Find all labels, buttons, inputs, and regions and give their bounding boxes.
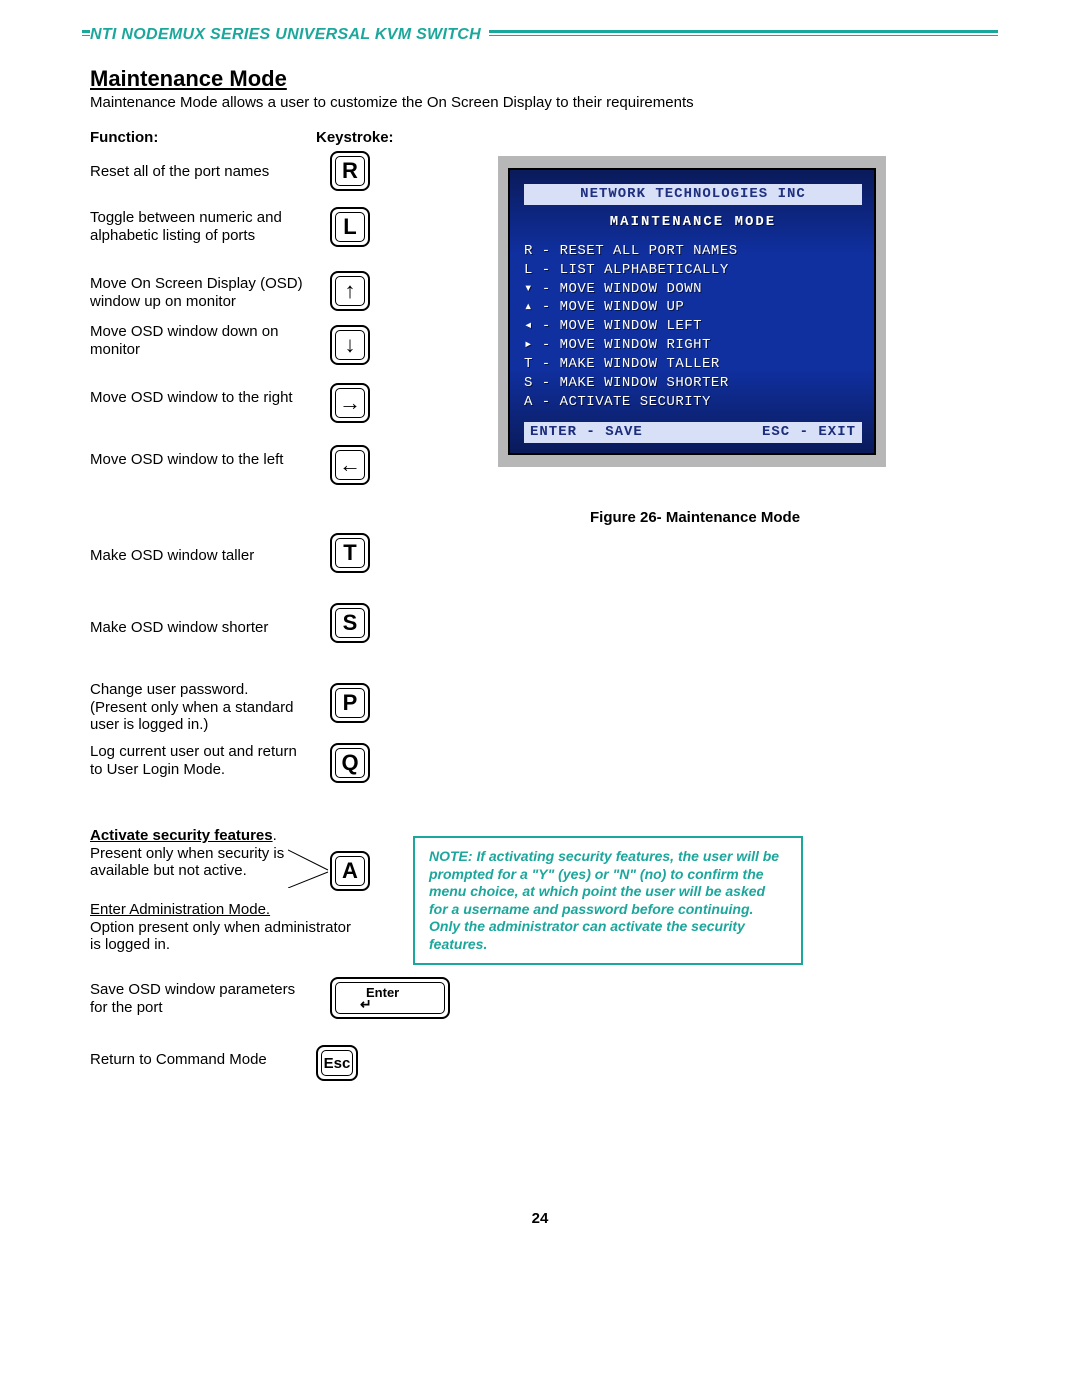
key-p: P (330, 683, 370, 723)
fn-pw-1: Change user password. (90, 681, 293, 699)
fn-right: Move OSD window to the right (90, 389, 293, 406)
header-bar: NTI NODEMUX SERIES UNIVERSAL KVM SWITCH (82, 30, 998, 36)
crt-line-5: ▸ - MOVE WINDOW RIGHT (524, 336, 862, 355)
fn-left: Move OSD window to the left (90, 451, 283, 468)
fn-admin-2: is logged in. (90, 936, 351, 954)
key-enter: Enter ↵ (330, 977, 450, 1019)
function-header: Function: (90, 129, 158, 146)
page: NTI NODEMUX SERIES UNIVERSAL KVM SWITCH … (0, 0, 1080, 1397)
page-subtitle: Maintenance Mode allows a user to custom… (90, 94, 990, 111)
fn-pw-2: (Present only when a standard (90, 699, 293, 717)
crt-line-3: ▴ - MOVE WINDOW UP (524, 298, 862, 317)
fn-save-2: for the port (90, 999, 295, 1017)
fn-sec-2: available but not active. (90, 862, 284, 880)
note-text: NOTE: If activating security features, t… (429, 848, 787, 953)
key-left: ← (330, 445, 370, 485)
fn-taller: Make OSD window taller (90, 547, 254, 564)
fn-sec-head: Activate security features. (90, 827, 284, 845)
page-title: Maintenance Mode (90, 66, 990, 92)
crt-line-8: A - ACTIVATE SECURITY (524, 393, 862, 412)
key-s: S (330, 603, 370, 643)
key-down: ↓ (330, 325, 370, 365)
crt-company: NETWORK TECHNOLOGIES INC (524, 184, 862, 205)
fn-admin-head: Enter Administration Mode. (90, 901, 351, 919)
crt-line-2: ▾ - MOVE WINDOW DOWN (524, 280, 862, 299)
fn-shorter: Make OSD window shorter (90, 619, 268, 636)
fn-admin-1: Option present only when administrator (90, 919, 351, 937)
fn-up-2: window up on monitor (90, 293, 303, 311)
key-l: L (330, 207, 370, 247)
fn-logout-1: Log current user out and return (90, 743, 297, 761)
crt-line-1: L - LIST ALPHABETICALLY (524, 261, 862, 280)
fn-pw-3: user is logged in.) (90, 716, 293, 734)
fn-toggle-1: Toggle between numeric and (90, 209, 282, 227)
fn-reset: Reset all of the port names (90, 163, 269, 180)
crt-mode: MAINTENANCE MODE (524, 213, 862, 232)
key-q: Q (330, 743, 370, 783)
key-a: A (330, 851, 370, 891)
page-number: 24 (0, 1210, 1080, 1227)
key-right: → (330, 383, 370, 423)
note-box: NOTE: If activating security features, t… (413, 836, 803, 965)
crt-line-4: ◂ - MOVE WINDOW LEFT (524, 317, 862, 336)
key-r: R (330, 151, 370, 191)
fn-up-1: Move On Screen Display (OSD) (90, 275, 303, 293)
crt-line-0: R - RESET ALL PORT NAMES (524, 242, 862, 261)
crt-footer-left: ENTER - SAVE (530, 423, 643, 442)
key-t: T (330, 533, 370, 573)
crt-screenshot: NETWORK TECHNOLOGIES INC MAINTENANCE MOD… (498, 156, 886, 467)
enter-arrow-icon: ↵ (360, 996, 372, 1013)
connector-lines (288, 848, 333, 888)
key-esc: Esc (316, 1045, 358, 1081)
crt-line-6: T - MAKE WINDOW TALLER (524, 355, 862, 374)
fn-logout-2: to User Login Mode. (90, 761, 297, 779)
header-title: NTI NODEMUX SERIES UNIVERSAL KVM SWITCH (90, 26, 489, 44)
fn-save-1: Save OSD window parameters (90, 981, 295, 999)
crt-line-7: S - MAKE WINDOW SHORTER (524, 374, 862, 393)
keystroke-header: Keystroke: (316, 129, 394, 146)
crt-footer-right: ESC - EXIT (762, 423, 856, 442)
fn-toggle-2: alphabetic listing of ports (90, 227, 282, 245)
key-up: ↑ (330, 271, 370, 311)
fn-return: Return to Command Mode (90, 1051, 267, 1068)
fn-down-1: Move OSD window down on (90, 323, 278, 341)
figure-caption: Figure 26- Maintenance Mode (590, 509, 800, 526)
fn-down-2: monitor (90, 341, 278, 359)
fn-sec-1: Present only when security is (90, 845, 284, 863)
